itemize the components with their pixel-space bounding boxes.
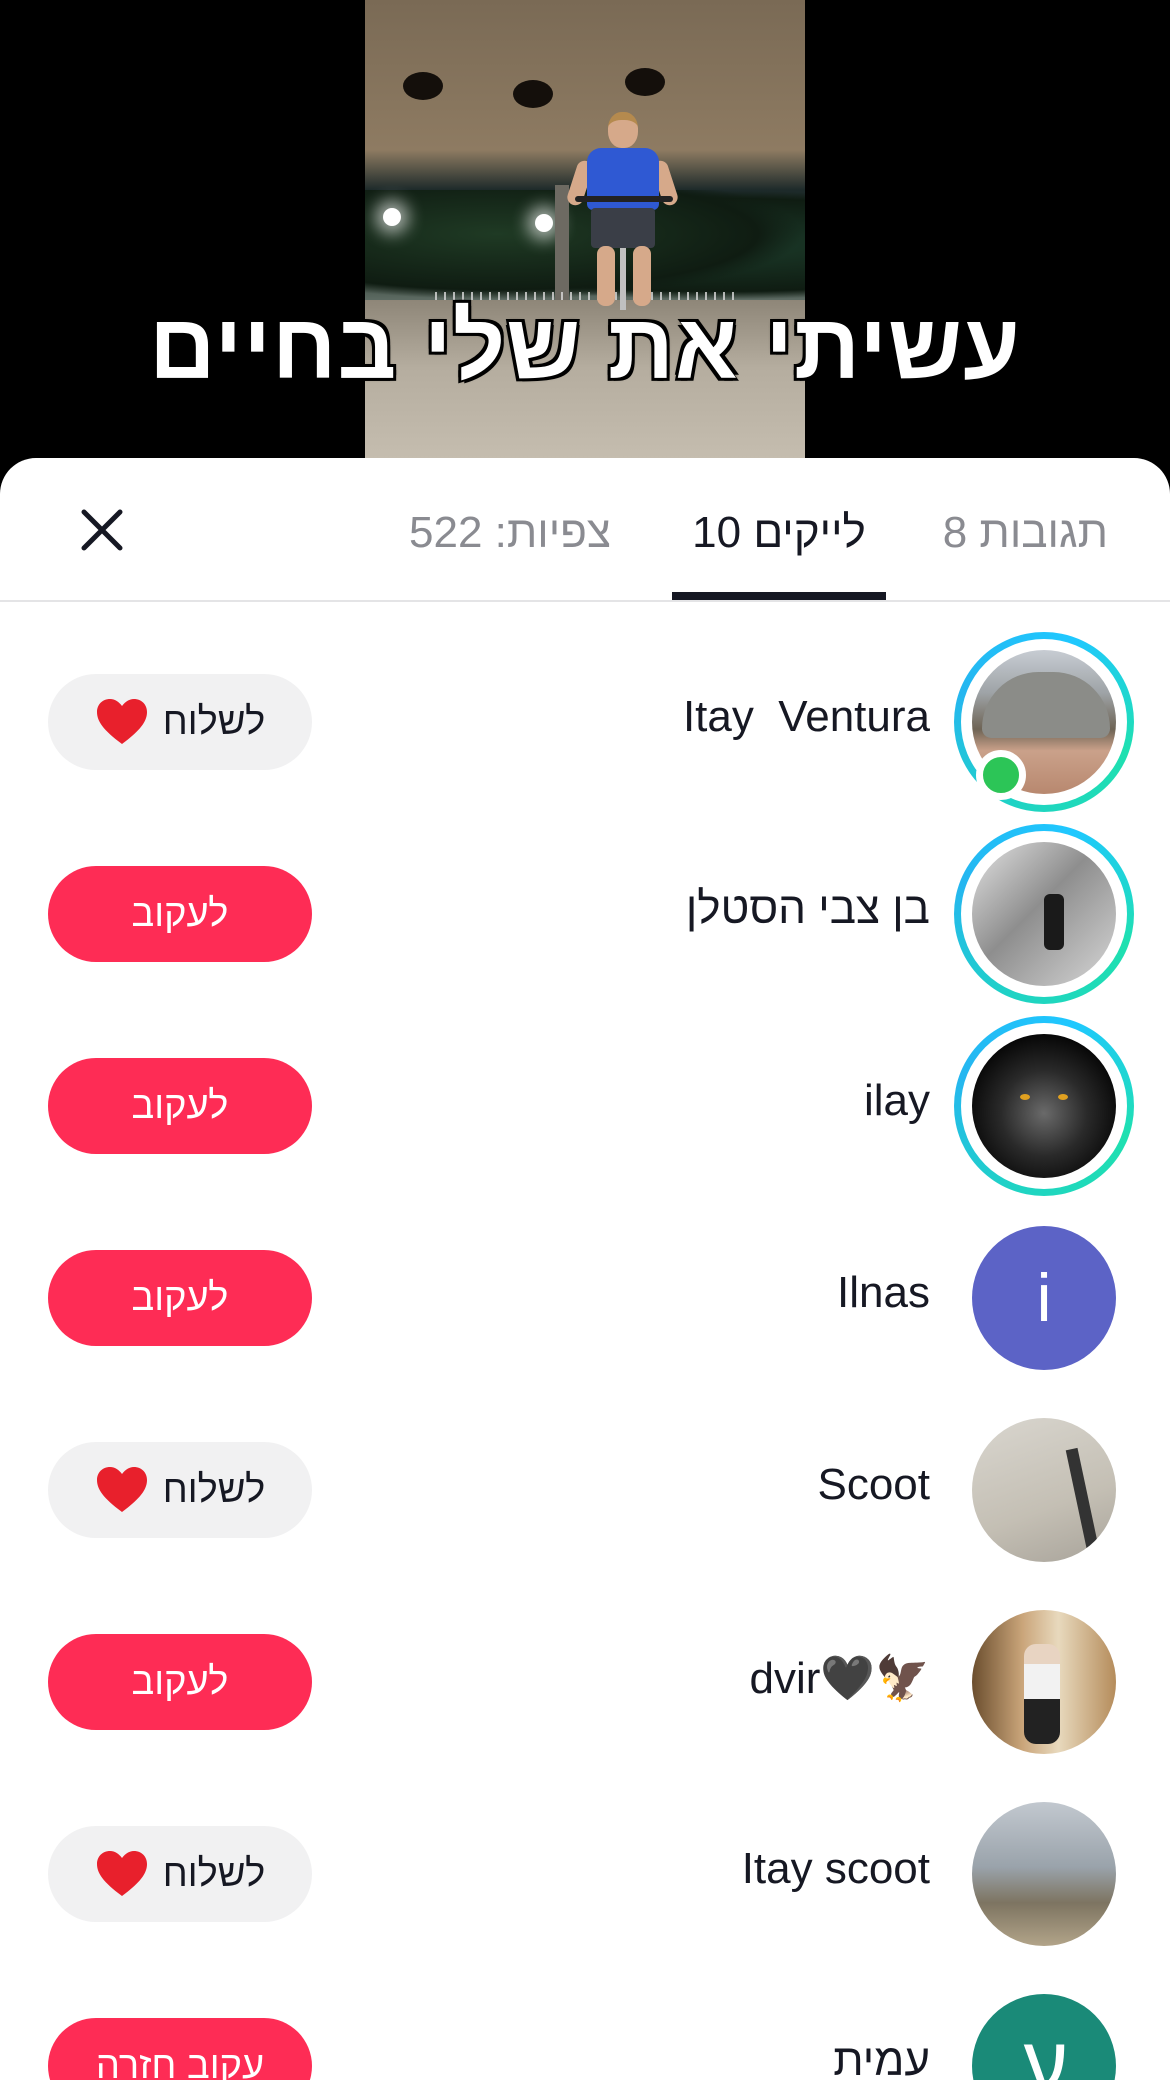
tab-likes[interactable]: לייקים 10 — [672, 508, 886, 598]
follow-button[interactable]: לעקוב — [48, 1250, 312, 1346]
list-item[interactable]: ilay לעקוב — [0, 1010, 1170, 1202]
send-button-label: לשלוח — [162, 700, 266, 743]
avatar[interactable] — [972, 1610, 1116, 1754]
heart-icon — [95, 697, 149, 747]
close-icon — [81, 509, 123, 551]
user-name: עמית — [833, 2036, 930, 2080]
avatar[interactable] — [972, 1418, 1116, 1562]
avatar[interactable] — [972, 1802, 1116, 1946]
avatar[interactable]: ע — [972, 1994, 1116, 2080]
list-item[interactable]: dvir🖤🦅 לעקוב — [0, 1586, 1170, 1778]
user-name: dvir🖤🦅 — [749, 1654, 930, 1703]
user-name: Scoot — [817, 1460, 930, 1509]
send-button[interactable]: לשלוח — [48, 1442, 312, 1538]
user-name: בן צבי הסטלן — [685, 884, 930, 933]
heart-icon — [95, 1465, 149, 1515]
list-item[interactable]: Itay Ventura לשלוח — [0, 626, 1170, 818]
avatar[interactable]: i — [972, 1226, 1116, 1370]
tab-bar: תגובות 8 לייקים 10 צפיות: 522 — [0, 458, 1170, 602]
video-caption: עשיתי את שלי בחיים — [149, 296, 1021, 398]
tab-views[interactable]: צפיות: 522 — [405, 508, 615, 598]
heart-icon — [95, 1849, 149, 1899]
online-indicator — [976, 750, 1026, 800]
avatar[interactable] — [972, 1034, 1116, 1178]
list-item[interactable]: Itay scoot לשלוח — [0, 1778, 1170, 1970]
active-tab-indicator — [672, 592, 886, 600]
avatar[interactable] — [972, 842, 1116, 986]
close-button[interactable] — [70, 498, 134, 562]
send-button-label: לשלוח — [162, 1468, 266, 1511]
list-item[interactable]: ע עמית עקוב חזרה — [0, 1970, 1170, 2080]
user-name: Itay Ventura — [682, 692, 930, 741]
user-name: Ilnas — [837, 1268, 930, 1317]
send-button-label: לשלוח — [162, 1852, 266, 1895]
list-item[interactable]: i Ilnas לעקוב — [0, 1202, 1170, 1394]
list-item[interactable]: בן צבי הסטלן לעקוב — [0, 818, 1170, 1010]
send-button[interactable]: לשלוח — [48, 674, 312, 770]
user-name: Itay scoot — [741, 1844, 930, 1893]
follow-button[interactable]: לעקוב — [48, 1634, 312, 1730]
follow-button[interactable]: לעקוב — [48, 866, 312, 962]
follow-button[interactable]: לעקוב — [48, 1058, 312, 1154]
tab-comments[interactable]: תגובות 8 — [943, 508, 1108, 598]
send-button[interactable]: לשלוח — [48, 1826, 312, 1922]
user-name: ilay — [863, 1076, 930, 1125]
video-preview[interactable]: עשיתי את שלי בחיים — [0, 0, 1170, 480]
follow-back-button[interactable]: עקוב חזרה — [48, 2018, 312, 2080]
activity-sheet: תגובות 8 לייקים 10 צפיות: 522 Itay Ventu… — [0, 458, 1170, 2080]
list-item[interactable]: Scoot לשלוח — [0, 1394, 1170, 1586]
